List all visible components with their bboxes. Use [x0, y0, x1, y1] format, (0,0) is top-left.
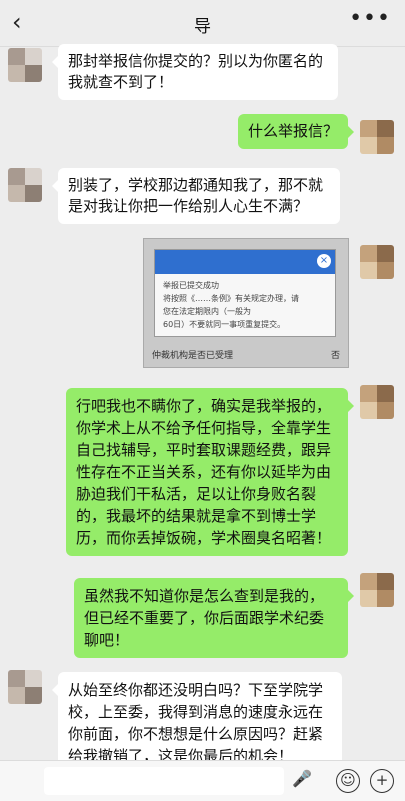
dialog-line: 60日）不要就同一事项重复提交。 — [163, 320, 286, 329]
dialog-line: 将按照《……条例》有关规定办理，请 — [163, 294, 299, 303]
input-bar: 🎤 ☺ + — [0, 760, 405, 801]
avatar[interactable] — [360, 385, 394, 419]
avatar[interactable] — [8, 670, 42, 704]
dialog-line: 举报已提交成功 — [163, 281, 219, 290]
screenshot-image[interactable]: × 举报已提交成功 将按照《……条例》有关规定办理，请 您在法定期限内（一般为 … — [143, 238, 349, 368]
dialog-header: × — [155, 250, 335, 274]
avatar[interactable] — [8, 48, 42, 82]
message-bubble-received[interactable]: 别装了，学校那边都通知我了，那不就是对我让你把一作给别人心生不满？ — [52, 168, 340, 224]
chat-title: 导 — [194, 17, 211, 37]
dialog-preview: × 举报已提交成功 将按照《……条例》有关规定办理，请 您在法定期限内（一般为 … — [154, 249, 336, 337]
close-icon: × — [317, 254, 331, 268]
message-bubble-received[interactable]: 那封举报信你提交的？别以为你匿名的我就查不到了！ — [52, 44, 338, 100]
dialog-footer-label: 仲裁机构是否已受理 — [152, 351, 234, 361]
emoji-icon[interactable]: ☺ — [336, 769, 360, 793]
more-icon[interactable]: ••• — [349, 6, 391, 31]
avatar[interactable] — [360, 573, 394, 607]
message-bubble-received[interactable]: 从始至终你都还没明白吗？下至学院学校，上至委，我得到消息的速度永远在你前面，你不… — [52, 672, 342, 774]
avatar[interactable] — [8, 168, 42, 202]
message-input[interactable] — [44, 767, 284, 795]
dialog-line: 您在法定期限内（一般为 — [163, 307, 251, 316]
avatar[interactable] — [360, 120, 394, 154]
dialog-footer-value: 否 — [330, 351, 340, 361]
message-bubble-sent[interactable]: 行吧我也不瞒你了，确实是我举报的，你学术上从不给予任何指导，全靠学生自己找辅导，… — [66, 388, 354, 556]
message-bubble-sent[interactable]: 虽然我不知道你是怎么查到是我的，但已经不重要了，你后面跟学术纪委聊吧！ — [74, 578, 354, 658]
message-bubble-sent[interactable]: 什么举报信？ — [238, 114, 354, 149]
plus-icon[interactable]: + — [370, 769, 394, 793]
avatar[interactable] — [360, 245, 394, 279]
top-bar: ‹ 导 ••• — [0, 0, 405, 47]
microphone-icon[interactable]: 🎤 — [290, 769, 314, 793]
